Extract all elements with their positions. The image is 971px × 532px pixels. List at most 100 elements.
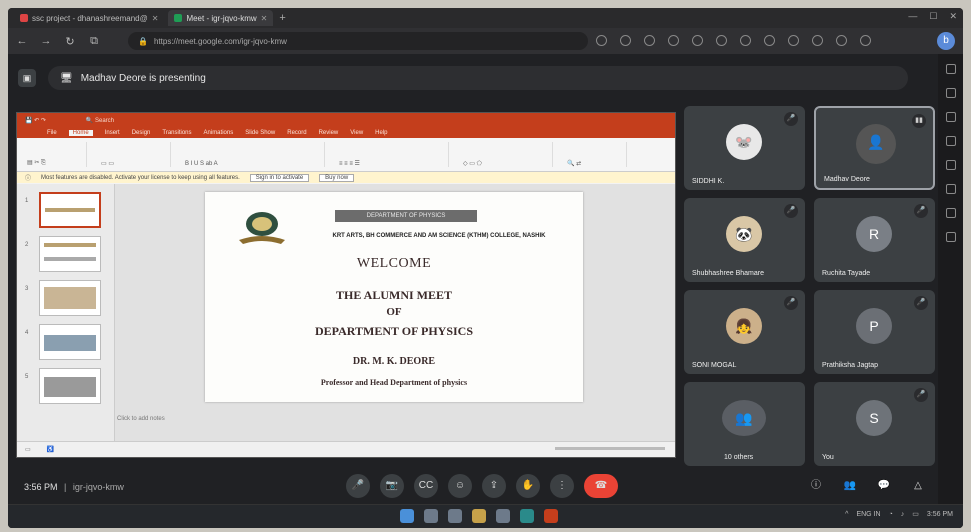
current-slide: DEPARTMENT OF PHYSICS KRT ARTS, BH COMME… <box>205 192 583 402</box>
refresh-extension-icon[interactable] <box>692 35 703 46</box>
shared-screen: 💾 ↶ ↷ 🔍 Search File Home Insert Design T… <box>16 112 676 458</box>
search-taskbar-icon[interactable] <box>424 509 438 523</box>
presentation-icon[interactable]: ▣ <box>18 69 36 87</box>
wifi-icon[interactable]: ◔ <box>889 511 893 518</box>
notes-pane: Click to add notes <box>117 416 165 422</box>
meet-icon <box>174 14 183 22</box>
menu-home: Home <box>68 129 93 136</box>
volume-icon[interactable]: ♪ <box>901 511 905 518</box>
add-icon[interactable] <box>945 232 956 242</box>
speaking-icon: ▮▮ <box>912 114 926 128</box>
task-view-icon[interactable] <box>448 509 462 523</box>
pen-icon[interactable] <box>716 35 727 46</box>
back-icon[interactable]: ← <box>16 35 28 47</box>
outlook-icon[interactable] <box>945 208 956 218</box>
url-field[interactable]: 🔒 https://meet.google.com/igr-jqvo-kmw <box>128 32 588 50</box>
font-group: B I U S ab A <box>185 142 325 167</box>
captions-button[interactable]: CC <box>414 474 438 498</box>
self-tile[interactable]: 🎤 S You <box>814 382 935 466</box>
office-icon[interactable] <box>945 184 956 194</box>
others-tile[interactable]: 👥 10 others <box>684 382 805 466</box>
tray-clock[interactable]: 3:56 PM <box>927 511 953 518</box>
activities-icon[interactable]: △ <box>910 478 926 494</box>
edge-icon[interactable] <box>520 509 534 523</box>
slides-group: ▭ ▭ <box>101 142 171 167</box>
screen: ssc project - dhanashreemand@ ✕ Meet - i… <box>8 8 963 528</box>
store-icon[interactable] <box>496 509 510 523</box>
mic-off-icon: 🎤 <box>784 112 798 126</box>
games-icon[interactable] <box>945 160 956 170</box>
slide-line-1: THE ALUMNI MEET <box>335 288 452 302</box>
present-button[interactable]: ⇪ <box>482 474 506 498</box>
file-explorer-icon[interactable] <box>472 509 486 523</box>
maximize-icon[interactable]: ☐ <box>929 11 937 22</box>
slide-thumbnail <box>39 368 101 404</box>
minimize-icon[interactable]: — <box>908 11 917 22</box>
participant-tile[interactable]: 🎤 R Ruchita Tayade <box>814 198 935 282</box>
college-name: KRT ARTS, BH COMMERCE AND AM SCIENCE (KT… <box>332 233 546 239</box>
browser-tab-active[interactable]: Meet - igr-jqvo-kmw ✕ <box>168 10 274 26</box>
avatar: 👧 <box>726 308 762 344</box>
more-icon[interactable] <box>860 35 871 46</box>
sign-in-button: Sign in to activate <box>249 173 310 182</box>
meet-stage: ▣ 🖥 Madhav Deore is presenting 💾 ↶ ↷ 🔍 S… <box>8 54 938 528</box>
copilot-sidebar-icon[interactable] <box>945 88 956 98</box>
browser-essentials-icon[interactable] <box>836 35 847 46</box>
people-icon[interactable]: 👥 <box>842 478 858 494</box>
battery-icon[interactable]: ▭ <box>912 510 919 518</box>
separator: | <box>64 482 67 492</box>
menu-help: Help <box>375 129 388 136</box>
more-options-button[interactable]: ⋮ <box>550 474 574 498</box>
url-text: https://meet.google.com/igr-jqvo-kmw <box>153 36 287 46</box>
search-icon[interactable] <box>945 64 956 74</box>
warning-icon: ⓘ <box>25 176 32 182</box>
close-window-icon[interactable]: ✕ <box>949 11 957 22</box>
chat-icon[interactable]: 💬 <box>876 478 892 494</box>
copilot-icon[interactable]: b <box>937 32 955 50</box>
read-aloud-icon[interactable] <box>668 35 679 46</box>
camera-button[interactable]: 📷 <box>380 474 404 498</box>
slide-line-2: OF <box>386 306 402 318</box>
thumb-number: 1 <box>25 198 29 204</box>
info-icon[interactable]: ⓘ <box>808 478 824 494</box>
start-icon[interactable] <box>400 509 414 523</box>
browser-tab[interactable]: ssc project - dhanashreemand@ ✕ <box>14 10 164 26</box>
language-indicator[interactable]: ENG IN <box>856 511 880 518</box>
tools-icon[interactable] <box>945 136 956 146</box>
lock-icon: 🔒 <box>138 36 148 46</box>
participant-tile-speaking[interactable]: ▮▮ 👤 Madhav Deore <box>814 106 935 190</box>
chevron-up-icon[interactable]: ^ <box>845 511 848 518</box>
close-icon[interactable]: ✕ <box>261 14 268 23</box>
mic-button[interactable]: 🎤 <box>346 474 370 498</box>
split-screen-icon[interactable] <box>764 35 775 46</box>
camera-icon[interactable] <box>596 35 607 46</box>
powerpoint-icon[interactable] <box>544 509 558 523</box>
avatar: 🐭 <box>726 124 762 160</box>
thumb-number: 5 <box>25 374 29 380</box>
extension-icon[interactable] <box>740 35 751 46</box>
menu-file: File <box>47 129 57 136</box>
shopping-icon[interactable] <box>945 112 956 122</box>
zoom-icon[interactable] <box>644 35 655 46</box>
share-icon[interactable] <box>620 35 631 46</box>
raise-hand-button[interactable]: ✋ <box>516 474 540 498</box>
close-icon[interactable]: ✕ <box>152 14 159 23</box>
browser-sidebar <box>938 54 963 528</box>
forward-icon[interactable]: → <box>40 35 52 47</box>
thumb-number: 2 <box>25 242 29 248</box>
slide-count: ▭ <box>25 447 31 453</box>
tabs-icon[interactable]: ⧉ <box>88 35 100 48</box>
new-tab-button[interactable]: + <box>279 12 285 24</box>
thumb-number: 4 <box>25 330 29 336</box>
favorites-icon[interactable] <box>788 35 799 46</box>
leave-call-button[interactable]: ☎ <box>584 474 618 498</box>
participant-tile[interactable]: 🎤 🐼 Shubhashree Bhamare <box>684 198 805 282</box>
avatar: R <box>856 216 892 252</box>
participant-tile[interactable]: 🎤 P Prathiksha Jagtap <box>814 290 935 374</box>
menu-design: Design <box>131 129 151 136</box>
emoji-button[interactable]: ☺ <box>448 474 472 498</box>
reload-icon[interactable]: ↻ <box>64 35 76 48</box>
participant-tile[interactable]: 🎤 👧 SONI MOGAL <box>684 290 805 374</box>
collections-icon[interactable] <box>812 35 823 46</box>
participant-tile[interactable]: 🎤 🐭 SIDDHI K. <box>684 106 805 190</box>
